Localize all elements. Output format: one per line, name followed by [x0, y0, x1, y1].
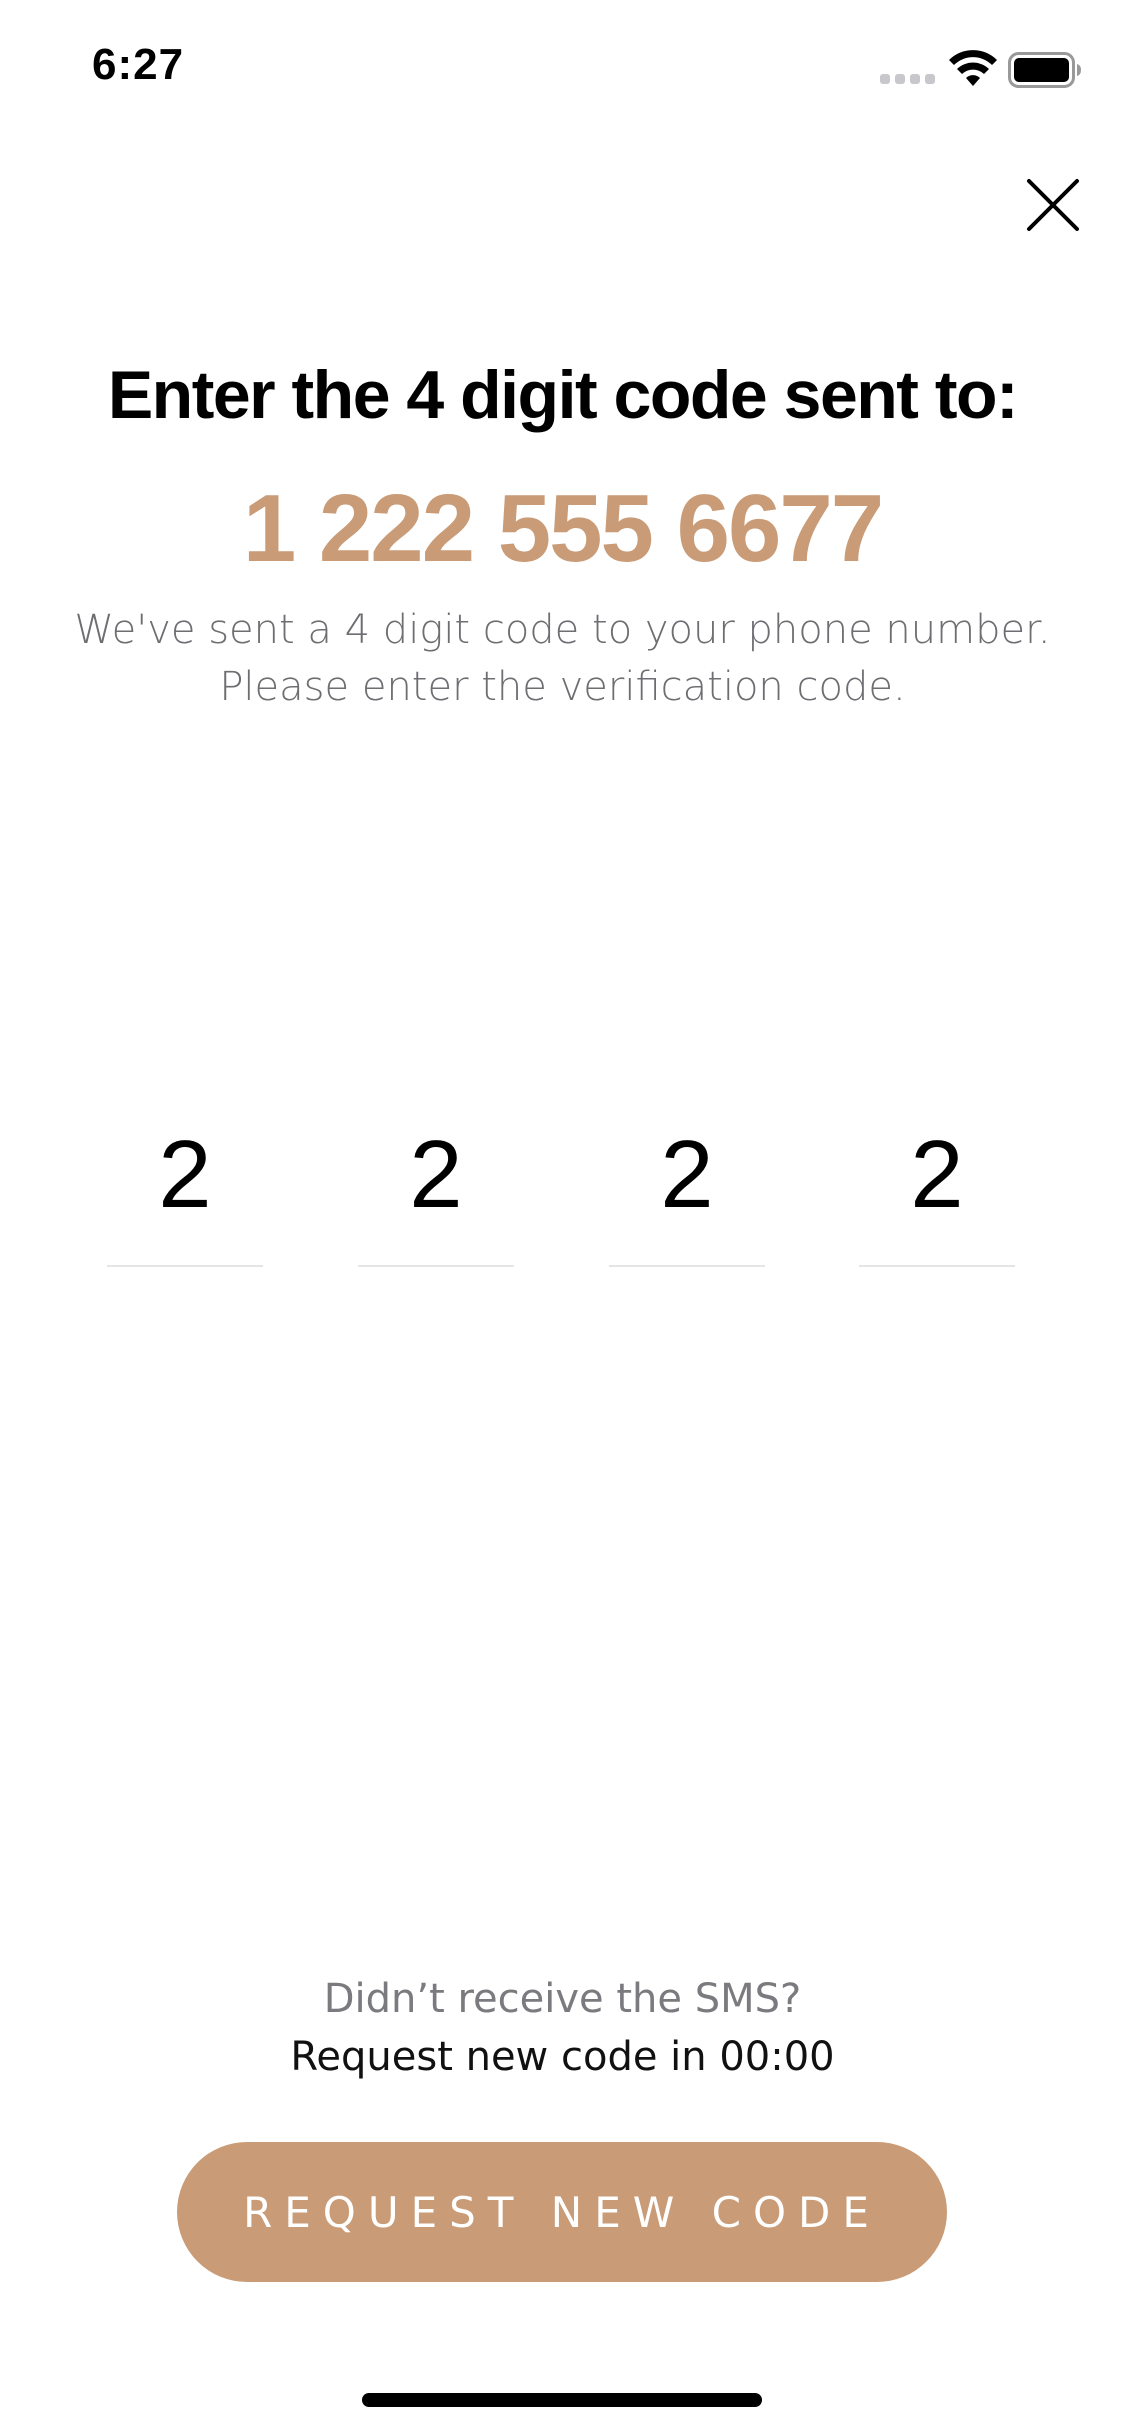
code-digit-1: 2: [158, 1121, 212, 1228]
code-digit-field-1[interactable]: 2: [107, 1115, 263, 1267]
code-input-group: 2 2 2 2: [0, 1115, 1125, 1267]
home-indicator[interactable]: [362, 2393, 762, 2407]
countdown-text: Request new code in 00:00: [290, 2034, 835, 2080]
close-icon: [1027, 179, 1079, 231]
code-digit-3: 2: [660, 1121, 714, 1228]
battery-icon: [1008, 52, 1081, 88]
code-digit-field-3[interactable]: 2: [609, 1115, 765, 1267]
close-button[interactable]: [1025, 177, 1081, 233]
sms-question-text: Didn’t receive the SMS?: [323, 1976, 802, 2022]
code-digit-2: 2: [409, 1121, 463, 1228]
request-new-code-button[interactable]: REQUEST NEW CODE: [177, 2142, 947, 2282]
cellular-signal-icon: [880, 74, 936, 84]
wifi-icon: [949, 50, 997, 86]
code-digit-4: 2: [910, 1121, 964, 1228]
code-digit-field-4[interactable]: 2: [859, 1115, 1015, 1267]
status-time: 6:27: [92, 40, 185, 89]
phone-number: 1 222 555 6677: [242, 475, 884, 582]
description-text: We've sent a 4 digit code to your phone …: [74, 607, 1051, 710]
code-digit-field-2[interactable]: 2: [358, 1115, 514, 1267]
page-title: Enter the 4 digit code sent to:: [107, 357, 1019, 433]
